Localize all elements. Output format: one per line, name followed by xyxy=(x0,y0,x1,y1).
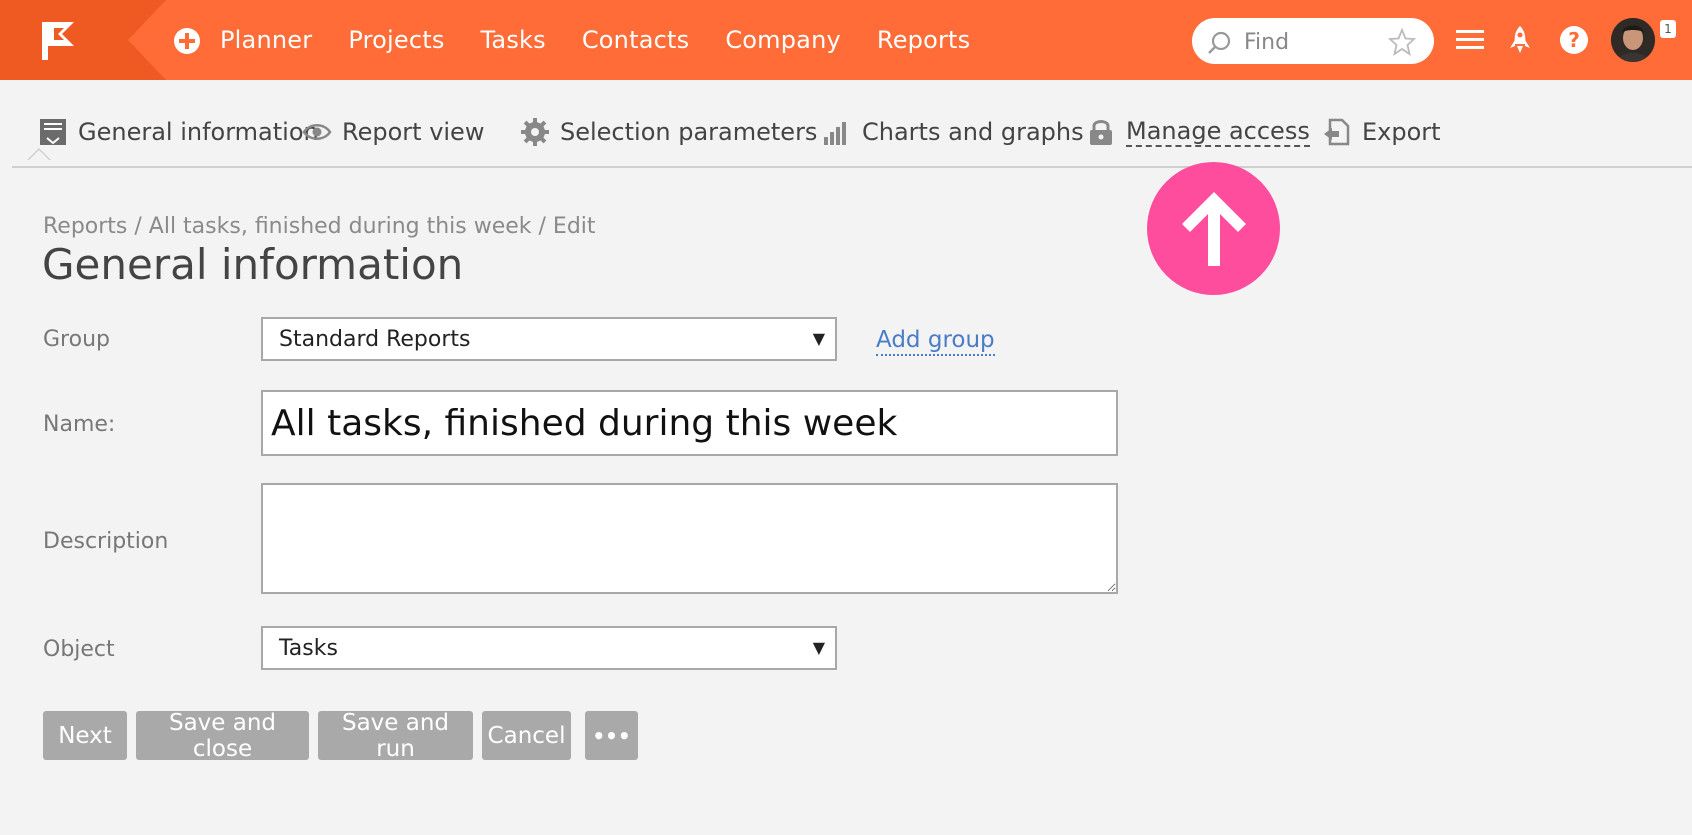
next-button[interactable]: Next xyxy=(43,711,127,760)
active-tab-pointer xyxy=(28,150,50,161)
nav-planner[interactable]: Planner xyxy=(220,26,312,54)
tab-label: Selection parameters xyxy=(560,118,818,146)
form-icon xyxy=(40,119,66,145)
tab-selection-parameters[interactable]: Selection parameters xyxy=(520,112,817,152)
tab-report-view[interactable]: Report view xyxy=(302,112,484,152)
name-label: Name: xyxy=(43,412,116,437)
name-input[interactable] xyxy=(261,390,1118,456)
nav-tasks[interactable]: Tasks xyxy=(481,26,546,54)
lock-icon xyxy=(1090,120,1112,145)
tab-label: Export xyxy=(1362,118,1441,146)
logo-block[interactable] xyxy=(0,0,166,80)
page-title: General information xyxy=(42,240,464,289)
cancel-button[interactable]: Cancel xyxy=(482,711,571,760)
arrow-up-overlay xyxy=(1147,162,1280,295)
add-circle-icon[interactable] xyxy=(173,27,201,55)
save-and-close-button[interactable]: Save and close xyxy=(136,710,309,762)
star-icon[interactable] xyxy=(1388,28,1416,56)
svg-text:?: ? xyxy=(1568,28,1580,52)
tab-label: Manage access xyxy=(1126,117,1310,147)
dropdown-arrow-icon: ▼ xyxy=(812,638,825,657)
menu-icon[interactable] xyxy=(1454,24,1486,56)
tab-label: Report view xyxy=(342,118,485,146)
main-nav: Planner Projects Tasks Contacts Company … xyxy=(220,0,1006,80)
save-and-run-button[interactable]: Save and run xyxy=(318,710,473,762)
rocket-icon[interactable] xyxy=(1504,24,1536,56)
top-bar: Planner Projects Tasks Contacts Company … xyxy=(0,0,1692,80)
help-icon[interactable]: ? xyxy=(1558,24,1590,56)
description-textarea[interactable] xyxy=(261,483,1118,594)
object-select[interactable]: Tasks ▼ xyxy=(261,626,837,670)
eye-icon xyxy=(302,124,332,140)
tab-manage-access[interactable]: Manage access xyxy=(1086,112,1310,152)
dropdown-arrow-icon: ▼ xyxy=(812,329,825,348)
tab-label: Charts and graphs xyxy=(862,118,1084,146)
gear-icon xyxy=(521,118,549,146)
flag-logo-icon xyxy=(42,22,74,60)
nav-contacts[interactable]: Contacts xyxy=(582,26,689,54)
avatar[interactable] xyxy=(1611,18,1655,62)
group-select-value: Standard Reports xyxy=(279,327,471,352)
more-options-button[interactable]: ••• xyxy=(585,711,638,760)
nav-reports[interactable]: Reports xyxy=(877,26,970,54)
nav-projects[interactable]: Projects xyxy=(348,26,444,54)
nav-company[interactable]: Company xyxy=(725,26,841,54)
search-icon xyxy=(1208,31,1231,54)
add-group-link[interactable]: Add group xyxy=(876,326,995,356)
export-icon xyxy=(1324,118,1350,146)
group-select[interactable]: Standard Reports ▼ xyxy=(261,317,837,361)
search-box xyxy=(1192,18,1434,64)
arrow-up-icon xyxy=(1182,192,1246,266)
group-label: Group xyxy=(43,327,110,352)
search-input[interactable] xyxy=(1242,26,1386,58)
bar-chart-icon xyxy=(824,122,846,145)
object-label: Object xyxy=(43,637,115,662)
report-tabs: General information Report view Selectio… xyxy=(12,80,1692,168)
tab-label: General information xyxy=(78,118,319,146)
tab-export[interactable]: Export xyxy=(1322,112,1441,152)
tab-charts-and-graphs[interactable]: Charts and graphs xyxy=(822,112,1084,152)
breadcrumb: Reports / All tasks, finished during thi… xyxy=(43,214,596,239)
object-select-value: Tasks xyxy=(279,636,338,661)
description-label: Description xyxy=(43,529,169,554)
notification-badge: 1 xyxy=(1660,20,1676,38)
user-photo-icon xyxy=(1611,18,1655,62)
tab-general-information[interactable]: General information xyxy=(38,112,319,152)
